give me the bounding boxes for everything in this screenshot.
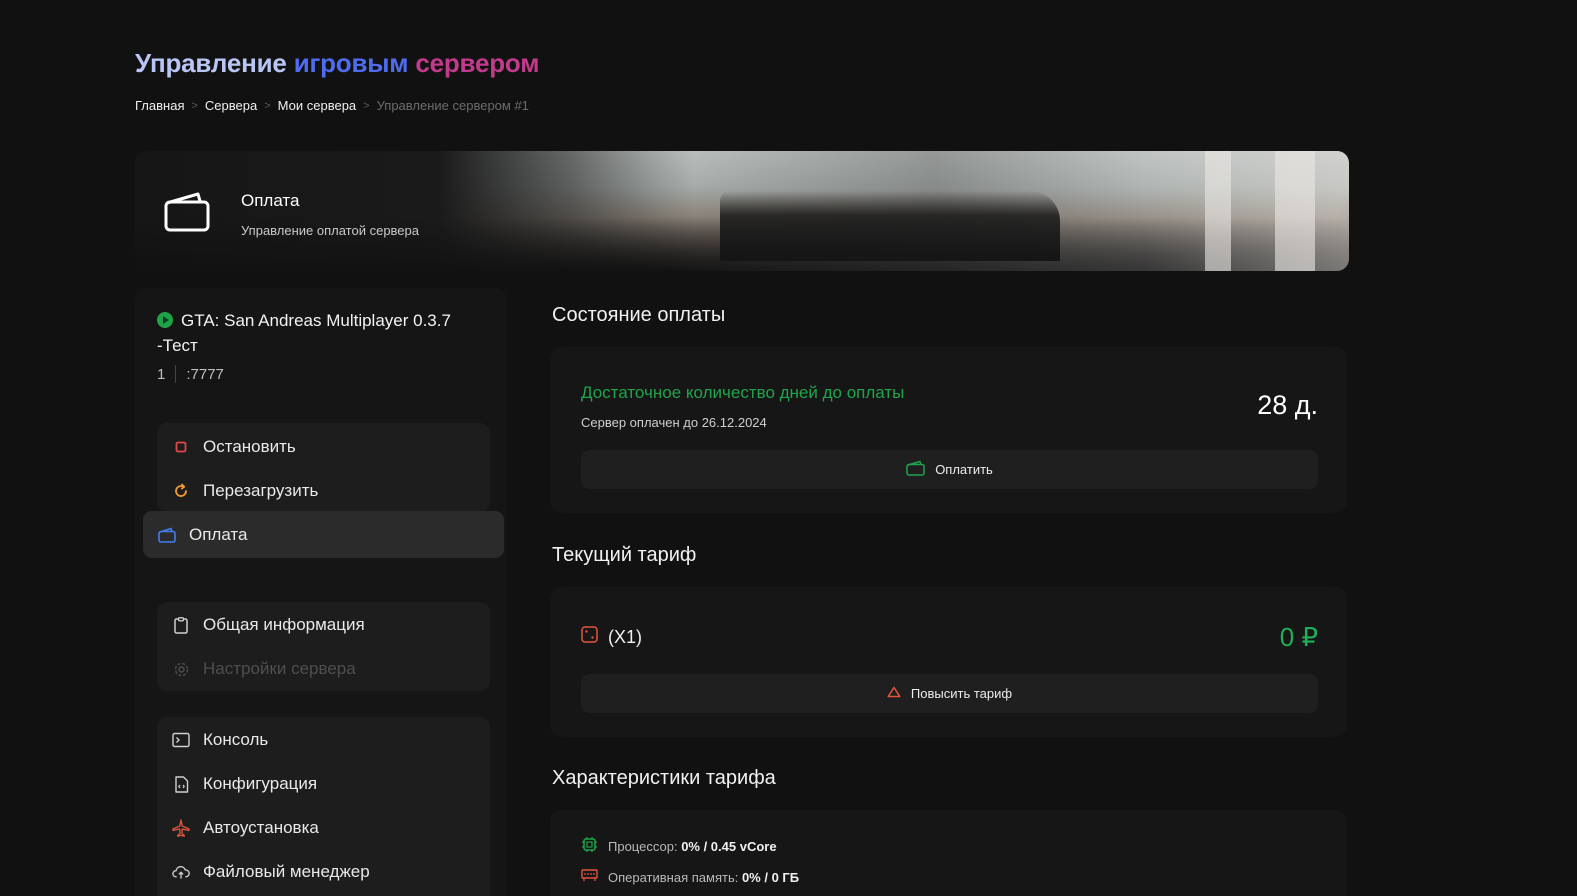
- current-tariff-title: Текущий тариф: [552, 544, 697, 566]
- terminal-icon: [172, 731, 190, 749]
- page-title-part-2: игровым: [293, 48, 409, 78]
- banner-title: Оплата: [241, 191, 300, 210]
- breadcrumb-current: Управление сервером #1: [376, 98, 529, 113]
- upgrade-tariff-label: Повысить тариф: [910, 686, 1013, 701]
- server-name-text: GTA: San Andreas Multiplayer 0.3.7 -Тест: [157, 311, 451, 355]
- wallet-icon: [158, 526, 176, 544]
- divider: [175, 365, 177, 383]
- current-tariff-card: [550, 587, 1347, 737]
- sidebar-item-general-info[interactable]: Общая информация: [157, 603, 490, 647]
- ram-icon: [581, 869, 598, 885]
- sidebar-item-file-manager[interactable]: Файловый менеджер: [157, 850, 490, 894]
- server-meta: 1 :7777: [157, 365, 224, 383]
- wallet-icon: [906, 460, 925, 479]
- sidebar-item-configuration[interactable]: Конфигурация: [157, 762, 490, 806]
- section-banner: [135, 151, 1349, 271]
- payment-status-title: Состояние оплаты: [552, 304, 726, 326]
- server-id: 1: [157, 365, 166, 383]
- sidebar-item-label: Оплата: [189, 524, 248, 544]
- server-status-icon: [157, 312, 173, 328]
- tariff-name: (X1): [581, 626, 642, 648]
- page-title-part-1: Управление: [135, 48, 287, 78]
- spec-ram-label: Оперативная память:: [608, 869, 739, 885]
- stop-icon: [172, 438, 190, 456]
- spec-ram-value: 0% / 0 ГБ: [741, 869, 800, 885]
- breadcrumb-separator: >: [363, 99, 370, 112]
- sidebar-item-server-settings: Настройки сервера: [157, 647, 490, 691]
- sidebar-item-restart[interactable]: Перезагрузить: [157, 469, 490, 513]
- sidebar-item-label: Конфигурация: [203, 774, 318, 793]
- sidebar-item-label: Перезагрузить: [203, 481, 319, 500]
- page-title-part-3: сервером: [415, 48, 540, 78]
- spec-cpu-value: 0% / 0.45 vCore: [681, 838, 777, 854]
- tariff-specs-title: Характеристики тарифа: [552, 767, 776, 789]
- breadcrumb-separator: >: [264, 99, 271, 112]
- sidebar-item-payment[interactable]: Оплата: [143, 511, 504, 558]
- tariff-price: 0 ₽: [1279, 622, 1318, 652]
- cloud-upload-icon: [172, 863, 190, 881]
- sidebar-item-label: Автоустановка: [203, 818, 319, 837]
- banner-pillar: [1275, 151, 1315, 271]
- payment-status-text: Достаточное количество дней до оплаты: [581, 383, 905, 402]
- breadcrumb: Главная > Сервера > Мои сервера > Управл…: [135, 98, 529, 113]
- breadcrumb-my-servers[interactable]: Мои сервера: [278, 98, 357, 113]
- sidebar-item-label: Файловый менеджер: [203, 862, 370, 881]
- breadcrumb-home[interactable]: Главная: [135, 98, 184, 113]
- breadcrumb-servers[interactable]: Сервера: [205, 98, 257, 113]
- spec-ram: Оперативная память: 0% / 0 ГБ: [581, 869, 799, 885]
- wallet-icon: [164, 190, 210, 232]
- tariff-name-text: (X1): [608, 626, 643, 647]
- server-name: GTA: San Andreas Multiplayer 0.3.7 -Тест: [157, 308, 477, 358]
- breadcrumb-separator: >: [191, 99, 198, 112]
- banner-car-silhouette: [720, 191, 1060, 261]
- page-title: Управление игровым сервером: [135, 48, 539, 79]
- triangle-up-icon: [887, 686, 901, 701]
- sidebar-item-label: Остановить: [203, 437, 296, 456]
- config-file-icon: [172, 775, 190, 793]
- restart-icon: [172, 482, 190, 500]
- sidebar-item-label: Общая информация: [203, 615, 365, 634]
- banner-subtitle: Управление оплатой сервера: [241, 223, 420, 238]
- clipboard-icon: [172, 616, 190, 634]
- spec-cpu-label: Процессор:: [608, 838, 678, 854]
- spec-cpu: Процессор: 0% / 0.45 vCore: [581, 836, 777, 856]
- server-port: :7777: [186, 365, 224, 383]
- banner-pillar: [1205, 151, 1231, 271]
- sidebar-item-label: Настройки сервера: [203, 659, 356, 678]
- pay-button[interactable]: Оплатить: [581, 450, 1318, 489]
- cpu-icon: [581, 836, 598, 856]
- sidebar-item-label: Консоль: [203, 730, 269, 749]
- sidebar-item-autoinstall[interactable]: Автоустановка: [157, 806, 490, 850]
- pay-button-label: Оплатить: [935, 462, 993, 477]
- upgrade-tariff-button[interactable]: Повысить тариф: [581, 674, 1318, 713]
- airplane-icon: [172, 819, 190, 837]
- paid-until-text: Сервер оплачен до 26.12.2024: [581, 415, 767, 430]
- days-left: 28 д.: [1257, 390, 1318, 420]
- dice-icon: [581, 626, 598, 648]
- sidebar-item-stop[interactable]: Остановить: [157, 425, 490, 469]
- gear-icon: [172, 660, 190, 678]
- sidebar-item-console[interactable]: Консоль: [157, 718, 490, 762]
